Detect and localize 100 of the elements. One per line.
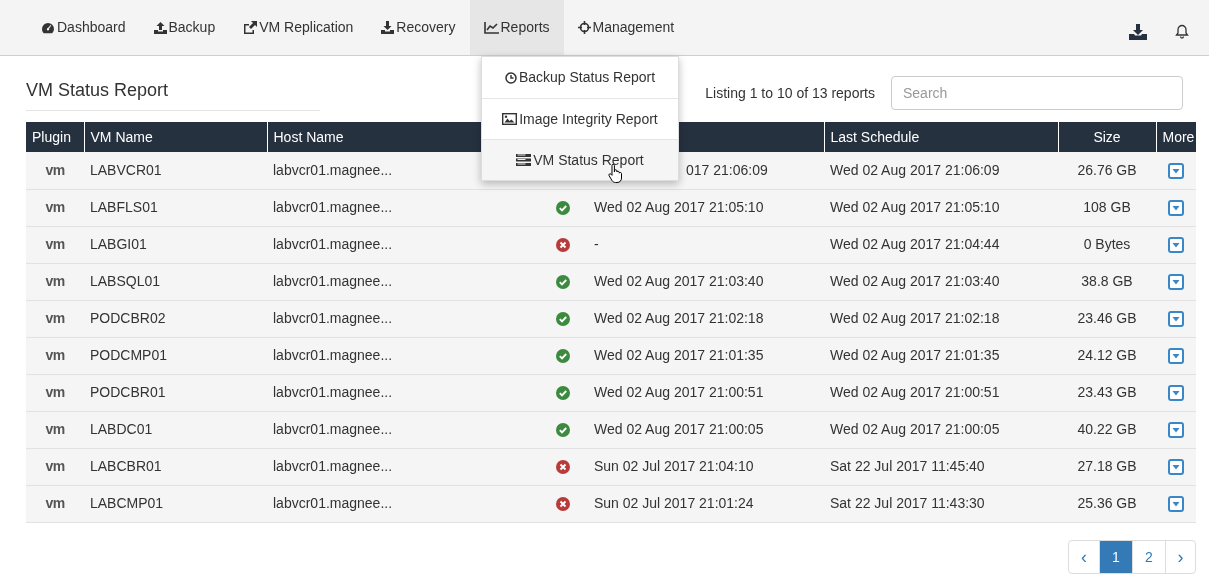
expand-button[interactable] — [1168, 163, 1184, 180]
crosshair-icon — [577, 21, 591, 34]
vm-name: PODCBR02 — [90, 310, 166, 326]
host-name: labvcr01.magnee... — [273, 458, 393, 474]
plugin-logo: vm — [45, 347, 65, 363]
expand-button[interactable] — [1168, 459, 1184, 476]
expand-button[interactable] — [1168, 311, 1184, 328]
last-run-time: Wed 02 Aug 2017 21:01:35 — [594, 347, 764, 363]
page-title: VM Status Report — [26, 80, 169, 100]
host-name: labvcr01.magnee... — [273, 495, 393, 511]
size-value: 40.22 GB — [1077, 421, 1137, 437]
last-schedule-time: Wed 02 Aug 2017 21:03:40 — [830, 273, 1000, 289]
vm-name: LABCBR01 — [90, 458, 162, 474]
menu-item[interactable]: Image Integrity Report — [482, 98, 678, 139]
last-run-time: 017 21:06:09 — [686, 161, 768, 178]
menu-item[interactable]: Backup Status Report — [482, 57, 678, 98]
nav-tab[interactable]: VM Replication — [229, 0, 368, 55]
expand-button[interactable] — [1168, 496, 1184, 513]
menu-item[interactable]: VM Status Report — [482, 139, 678, 180]
upload-icon — [153, 21, 167, 34]
size-value: 0 Bytes — [1083, 236, 1131, 252]
last-schedule-time: Wed 02 Aug 2017 21:04:44 — [830, 236, 1000, 252]
vm-name: LABFLS01 — [90, 199, 158, 215]
nav-tab[interactable]: Reports — [469, 0, 564, 55]
column-header: Size — [1058, 122, 1156, 152]
plugin-logo: vm — [45, 236, 65, 252]
size-value: 27.18 GB — [1077, 458, 1137, 474]
image-icon — [502, 113, 518, 125]
server-list-icon — [516, 154, 532, 166]
last-schedule-time: Wed 02 Aug 2017 21:06:09 — [830, 161, 1000, 178]
next-page-button[interactable]: › — [1165, 541, 1195, 573]
size-value: 23.43 GB — [1077, 384, 1137, 400]
last-run-time: Wed 02 Aug 2017 21:02:18 — [594, 310, 764, 326]
last-run-time: - — [594, 236, 599, 252]
expand-button[interactable] — [1168, 200, 1184, 217]
last-schedule-time: Wed 02 Aug 2017 21:00:05 — [830, 421, 1000, 437]
vm-name: PODCMP01 — [90, 347, 168, 363]
vm-name: LABDC01 — [90, 421, 153, 437]
expand-button[interactable] — [1168, 422, 1184, 439]
size-value: 25.36 GB — [1077, 495, 1137, 511]
size-value: 24.12 GB — [1077, 347, 1137, 363]
page-button[interactable]: 1 — [1099, 541, 1132, 573]
plugin-logo: vm — [45, 495, 65, 511]
download-icon[interactable] — [1129, 23, 1147, 40]
size-value: 23.46 GB — [1077, 310, 1137, 326]
host-name: labvcr01.magnee... — [273, 199, 393, 215]
line-chart-icon — [483, 21, 499, 34]
host-name: labvcr01.magnee... — [273, 384, 393, 400]
share-icon — [243, 21, 258, 34]
expand-button[interactable] — [1168, 385, 1184, 402]
host-name: labvcr01.magnee... — [273, 310, 393, 326]
clock-icon — [504, 71, 517, 84]
plugin-logo: vm — [45, 421, 65, 437]
last-run-time: Wed 02 Aug 2017 21:05:10 — [594, 199, 764, 215]
column-header: More — [1156, 122, 1196, 152]
bell-icon[interactable] — [1175, 24, 1189, 39]
download-icon — [381, 21, 395, 34]
last-run-time: Wed 02 Aug 2017 21:03:40 — [594, 273, 764, 289]
last-run-time: Sun 02 Jul 2017 21:04:10 — [594, 458, 754, 474]
size-value: 26.76 GB — [1077, 161, 1137, 178]
last-schedule-time: Wed 02 Aug 2017 21:00:51 — [830, 384, 1000, 400]
search-field[interactable]: Search — [891, 76, 1183, 110]
vm-name: LABSQL01 — [90, 273, 161, 289]
host-name: labvcr01.magnee... — [273, 161, 393, 178]
expand-button[interactable] — [1168, 348, 1184, 365]
dashboard-gauge-icon — [41, 21, 55, 34]
vm-name: LABVCR01 — [90, 161, 162, 178]
plugin-logo: vm — [45, 161, 65, 178]
plugin-logo: vm — [45, 458, 65, 474]
previous-page-button[interactable]: ‹ — [1069, 541, 1099, 573]
host-name: labvcr01.magnee... — [273, 273, 393, 289]
last-schedule-time: Wed 02 Aug 2017 21:02:18 — [830, 310, 1000, 326]
plugin-logo: vm — [45, 199, 65, 215]
expand-button[interactable] — [1168, 237, 1184, 254]
plugin-logo: vm — [45, 384, 65, 400]
column-header: Last Schedule — [824, 122, 1058, 152]
host-name: labvcr01.magnee... — [273, 421, 393, 437]
nav-tab[interactable]: Backup — [139, 0, 230, 55]
plugin-logo: vm — [45, 310, 65, 326]
host-name: labvcr01.magnee... — [273, 347, 393, 363]
column-header: VM Name — [84, 122, 267, 152]
last-run-time: Wed 02 Aug 2017 21:00:05 — [594, 421, 764, 437]
last-schedule-time: Wed 02 Aug 2017 21:01:35 — [830, 347, 1000, 363]
plugin-logo: vm — [45, 273, 65, 289]
nav-tab[interactable]: Dashboard — [27, 0, 140, 55]
nav-tab[interactable]: Management — [563, 0, 689, 55]
last-run-time: Sun 02 Jul 2017 21:01:24 — [594, 495, 754, 511]
expand-button[interactable] — [1168, 274, 1184, 291]
last-schedule-time: Sat 22 Jul 2017 11:43:30 — [830, 495, 985, 511]
last-schedule-time: Wed 02 Aug 2017 21:05:10 — [830, 199, 1000, 215]
size-value: 108 GB — [1083, 199, 1131, 215]
size-value: 38.8 GB — [1081, 273, 1133, 289]
last-schedule-time: Sat 22 Jul 2017 11:45:40 — [830, 458, 985, 474]
last-run-time: Wed 02 Aug 2017 21:00:51 — [594, 384, 764, 400]
listing-count: Listing 1 to 10 of 13 reports — [705, 83, 875, 103]
host-name: labvcr01.magnee... — [273, 236, 393, 252]
vm-name: PODCBR01 — [90, 384, 166, 400]
column-header: Plugin — [26, 122, 84, 152]
nav-tab[interactable]: Recovery — [367, 0, 470, 55]
vm-name: LABCMP01 — [90, 495, 164, 511]
